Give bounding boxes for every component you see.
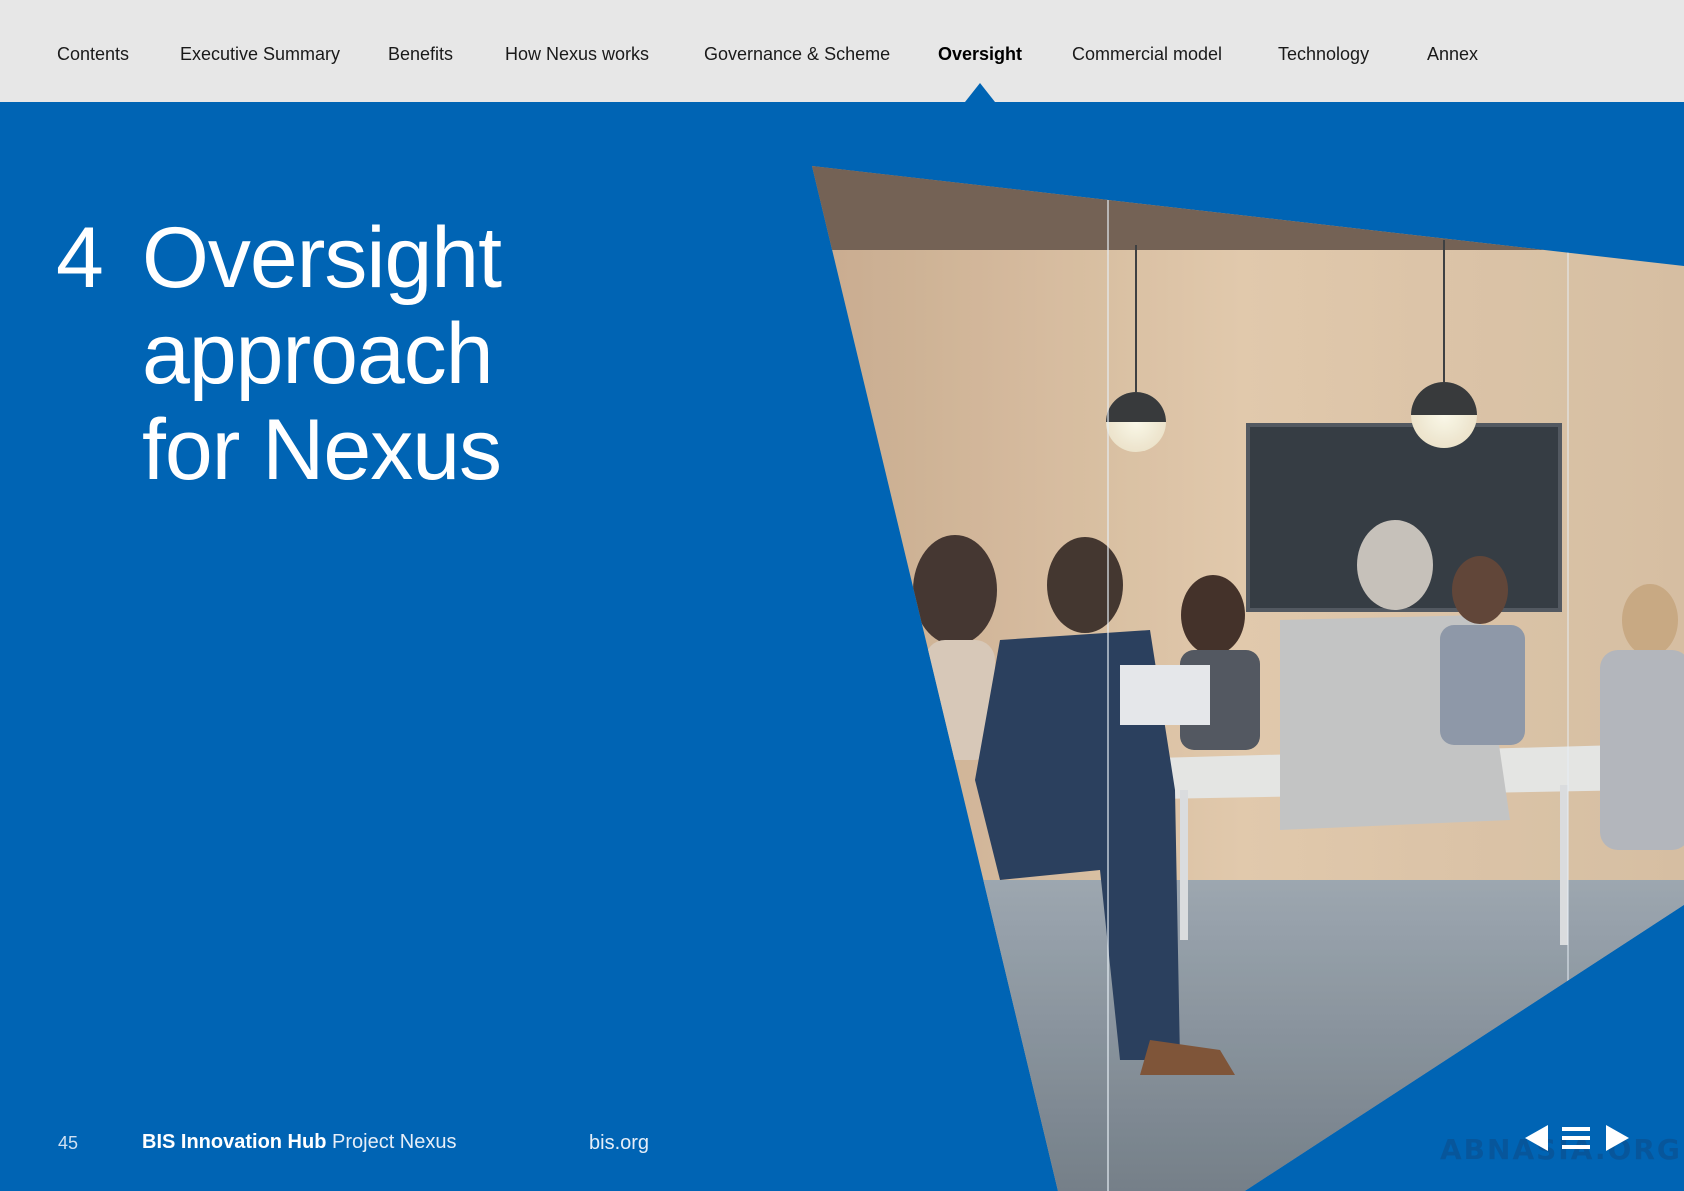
- section-title: Oversight approach for Nexus: [142, 210, 502, 498]
- page-number: 45: [58, 1133, 79, 1153]
- triangle-left-icon[interactable]: [1522, 1122, 1550, 1154]
- section-title-line: Oversight: [142, 210, 502, 306]
- footer-brand: BIS Innovation Hub Project Nexus: [142, 1131, 457, 1154]
- section-title-line: for Nexus: [142, 402, 502, 498]
- hamburger-menu-icon[interactable]: [1560, 1122, 1592, 1154]
- section-title-line: approach: [142, 306, 494, 402]
- footer-brand-name: BIS Innovation Hub: [142, 1131, 327, 1153]
- section-number: 4: [56, 210, 104, 306]
- footer-site-link[interactable]: bis.org: [589, 1132, 649, 1155]
- footer-project-name: Project Nexus: [332, 1131, 457, 1153]
- triangle-right-icon[interactable]: [1604, 1122, 1632, 1154]
- meeting-room-photo: [812, 166, 1684, 1191]
